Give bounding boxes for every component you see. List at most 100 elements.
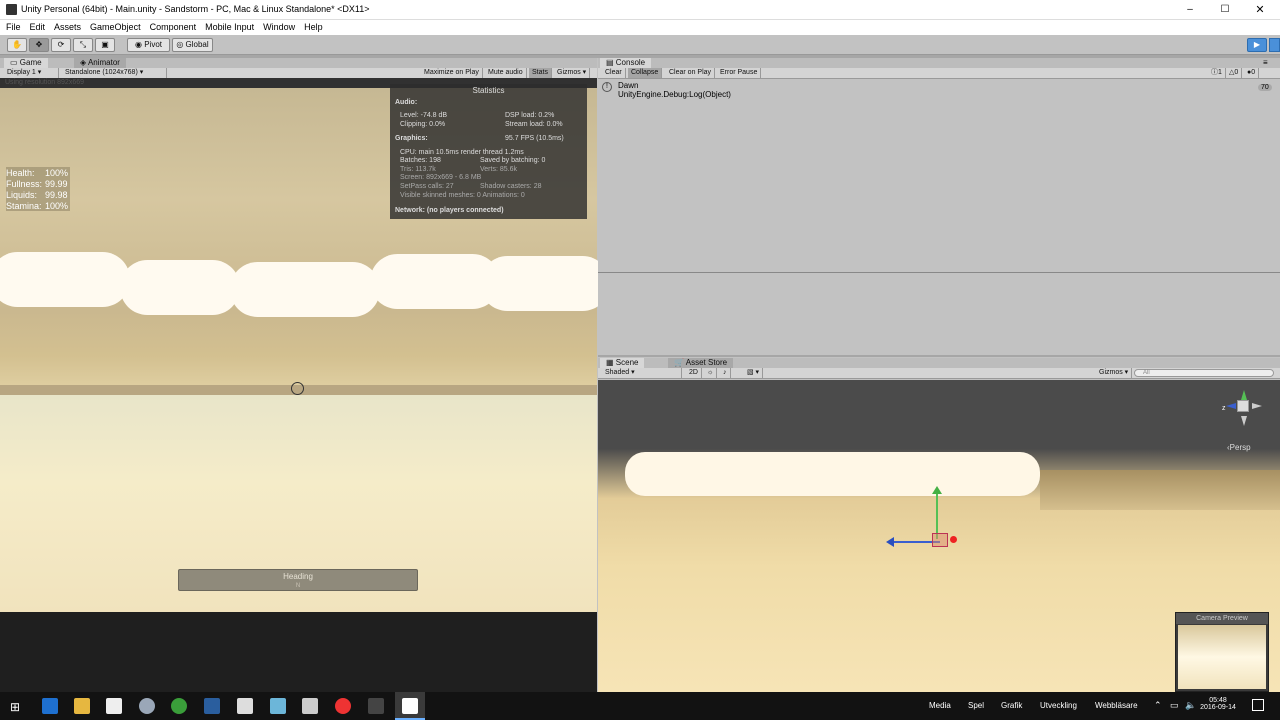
hand-tool-icon[interactable]: ✋: [7, 38, 27, 52]
store-icon[interactable]: [106, 698, 122, 714]
gizmo-cube-icon[interactable]: [1237, 400, 1249, 412]
collapse-button[interactable]: Collapse: [628, 68, 663, 78]
tab-asset-store[interactable]: 🛒 Asset Store: [668, 358, 734, 368]
arrow-left-icon[interactable]: [886, 537, 894, 547]
unity-icon[interactable]: [402, 698, 418, 714]
panel-menu-icon[interactable]: ≡: [1263, 58, 1268, 68]
close-button[interactable]: ✕: [1245, 0, 1275, 20]
scene-orientation-gizmo[interactable]: z: [1222, 390, 1264, 432]
stats-verts: Verts: 85.6k: [480, 166, 517, 173]
tray-chevron-icon[interactable]: ⌃: [1154, 700, 1162, 711]
gizmo-neg-y-icon[interactable]: [1241, 416, 1247, 426]
tab-console[interactable]: ▤ Console: [600, 58, 652, 68]
selected-object-box[interactable]: [932, 533, 948, 547]
taskbar-toolbar-media[interactable]: Media: [929, 701, 951, 710]
stats-saved: Saved by batching: 0: [480, 157, 546, 164]
tab-animator[interactable]: ◈ Animator: [74, 58, 126, 68]
shading-mode-select[interactable]: Shaded ▾: [602, 368, 682, 378]
app-icon[interactable]: [302, 698, 318, 714]
info-count-toggle[interactable]: ⓘ1: [1208, 68, 1226, 78]
maximize-button[interactable]: ☐: [1210, 0, 1240, 20]
stats-dsp: DSP load: 0.2%: [505, 112, 555, 119]
menu-item-window[interactable]: Window: [263, 22, 295, 32]
liquids-value: 99.98: [45, 190, 68, 200]
clear-on-play-button[interactable]: Clear on Play: [666, 68, 716, 78]
game-tab-header: ▭ Game ◈ Animator: [0, 58, 597, 68]
pause-button[interactable]: [1269, 38, 1280, 52]
error-pause-button[interactable]: Error Pause: [717, 68, 762, 78]
statistics-overlay: Statistics Audio: Level: -74.8 dB DSP lo…: [390, 84, 587, 219]
calculator-icon[interactable]: [237, 698, 253, 714]
log-stacktrace[interactable]: UnityEngine.Debug:Log(Object): [618, 90, 731, 99]
tab-scene[interactable]: ▦ Scene: [600, 358, 645, 368]
stats-screen: Screen: 892x669 - 6.8 MB: [400, 174, 482, 181]
stats-title: Statistics: [472, 86, 505, 95]
2d-toggle[interactable]: 2D: [686, 368, 702, 378]
menu-item-component[interactable]: Component: [150, 22, 197, 32]
audio-toggle-icon[interactable]: ♪: [720, 368, 731, 378]
clear-button[interactable]: Clear: [602, 68, 626, 78]
scale-tool-icon[interactable]: ⤡: [73, 38, 93, 52]
arrow-up-icon[interactable]: [932, 486, 942, 494]
menu-item-assets[interactable]: Assets: [54, 22, 81, 32]
stats-graphics-heading: Graphics:: [395, 135, 428, 142]
pivot-toggle[interactable]: ◉ Pivot: [127, 38, 170, 52]
menu-item-mobile-input[interactable]: Mobile Input: [205, 22, 254, 32]
tab-game-label: Game: [19, 58, 42, 67]
log-message[interactable]: Dawn: [618, 81, 638, 90]
persp-label[interactable]: ‹Persp: [1227, 443, 1251, 452]
windows-start-icon[interactable]: ⊞: [10, 700, 20, 714]
action-center-icon[interactable]: [1252, 699, 1264, 711]
clock-date: 2016-09-14: [1200, 704, 1236, 711]
mute-audio-button[interactable]: Mute audio: [485, 68, 527, 78]
effects-toggle-icon[interactable]: ▧ ▾: [744, 368, 764, 378]
edge-icon[interactable]: [42, 698, 58, 714]
lighting-toggle-icon[interactable]: ☼: [704, 368, 718, 378]
rect-tool-icon[interactable]: ▣: [95, 38, 115, 52]
minimize-button[interactable]: –: [1175, 0, 1205, 20]
stamina-value: 100%: [45, 201, 69, 211]
global-toggle[interactable]: ◎ Global: [172, 38, 213, 52]
menu-item-file[interactable]: File: [6, 22, 21, 32]
move-tool-icon[interactable]: ✥: [29, 38, 49, 52]
gizmos-button[interactable]: Gizmos ▾: [554, 68, 591, 78]
play-button[interactable]: ▶: [1247, 38, 1267, 52]
unity-hub-icon[interactable]: [368, 698, 384, 714]
menu-item-help[interactable]: Help: [304, 22, 323, 32]
taskbar-clock[interactable]: 05:48 2016-09-14: [1198, 697, 1238, 711]
scene-search-input[interactable]: All: [1134, 369, 1274, 377]
network-icon[interactable]: ▭: [1170, 700, 1179, 711]
gizmo-y-axis-icon[interactable]: [1241, 390, 1247, 400]
maximize-on-play-button[interactable]: Maximize on Play: [421, 68, 483, 78]
taskbar-toolbar-spel[interactable]: Spel: [968, 701, 984, 710]
scene-gizmos-button[interactable]: Gizmos ▾: [1096, 368, 1133, 378]
error-count-toggle[interactable]: ●0: [1244, 68, 1260, 78]
taskbar-toolbar-utveckling[interactable]: Utveckling: [1040, 701, 1077, 710]
display-select[interactable]: Display 1 ▾: [4, 68, 59, 78]
tab-game[interactable]: ▭ Game: [4, 58, 48, 68]
stats-button[interactable]: Stats: [529, 68, 552, 78]
explorer-icon[interactable]: [74, 698, 90, 714]
stats-level: Level: -74.8 dB: [400, 112, 448, 119]
stats-network: Network: (no players connected): [395, 207, 504, 214]
steam-icon[interactable]: [139, 698, 155, 714]
xbox-icon[interactable]: [171, 698, 187, 714]
info-count: 1: [1218, 69, 1222, 76]
stats-skinned: Visible skinned meshes: 0 Animations: 0: [400, 192, 525, 199]
transform-z-handle[interactable]: [950, 536, 957, 543]
warning-count-toggle[interactable]: △0: [1226, 68, 1243, 78]
taskbar-toolbar-grafik[interactable]: Grafik: [1001, 701, 1022, 710]
gizmo-neg-x-icon[interactable]: [1252, 403, 1262, 409]
menu-item-gameobject[interactable]: GameObject: [90, 22, 141, 32]
resolution-select[interactable]: Standalone (1024x768) ▾: [62, 68, 167, 78]
rotate-tool-icon[interactable]: ⟳: [51, 38, 71, 52]
gizmo-z-axis-icon[interactable]: [1226, 403, 1236, 409]
volume-icon[interactable]: 🔈: [1185, 700, 1196, 711]
window-title: Unity Personal (64bit) - Main.unity - Sa…: [21, 4, 370, 14]
visual-studio-icon[interactable]: [204, 698, 220, 714]
taskbar-toolbar-webblasare[interactable]: Webbläsare: [1095, 701, 1138, 710]
unity-taskbar-button[interactable]: [395, 692, 425, 720]
menu-item-edit[interactable]: Edit: [30, 22, 46, 32]
chrome-icon[interactable]: [335, 698, 351, 714]
paint-icon[interactable]: [270, 698, 286, 714]
